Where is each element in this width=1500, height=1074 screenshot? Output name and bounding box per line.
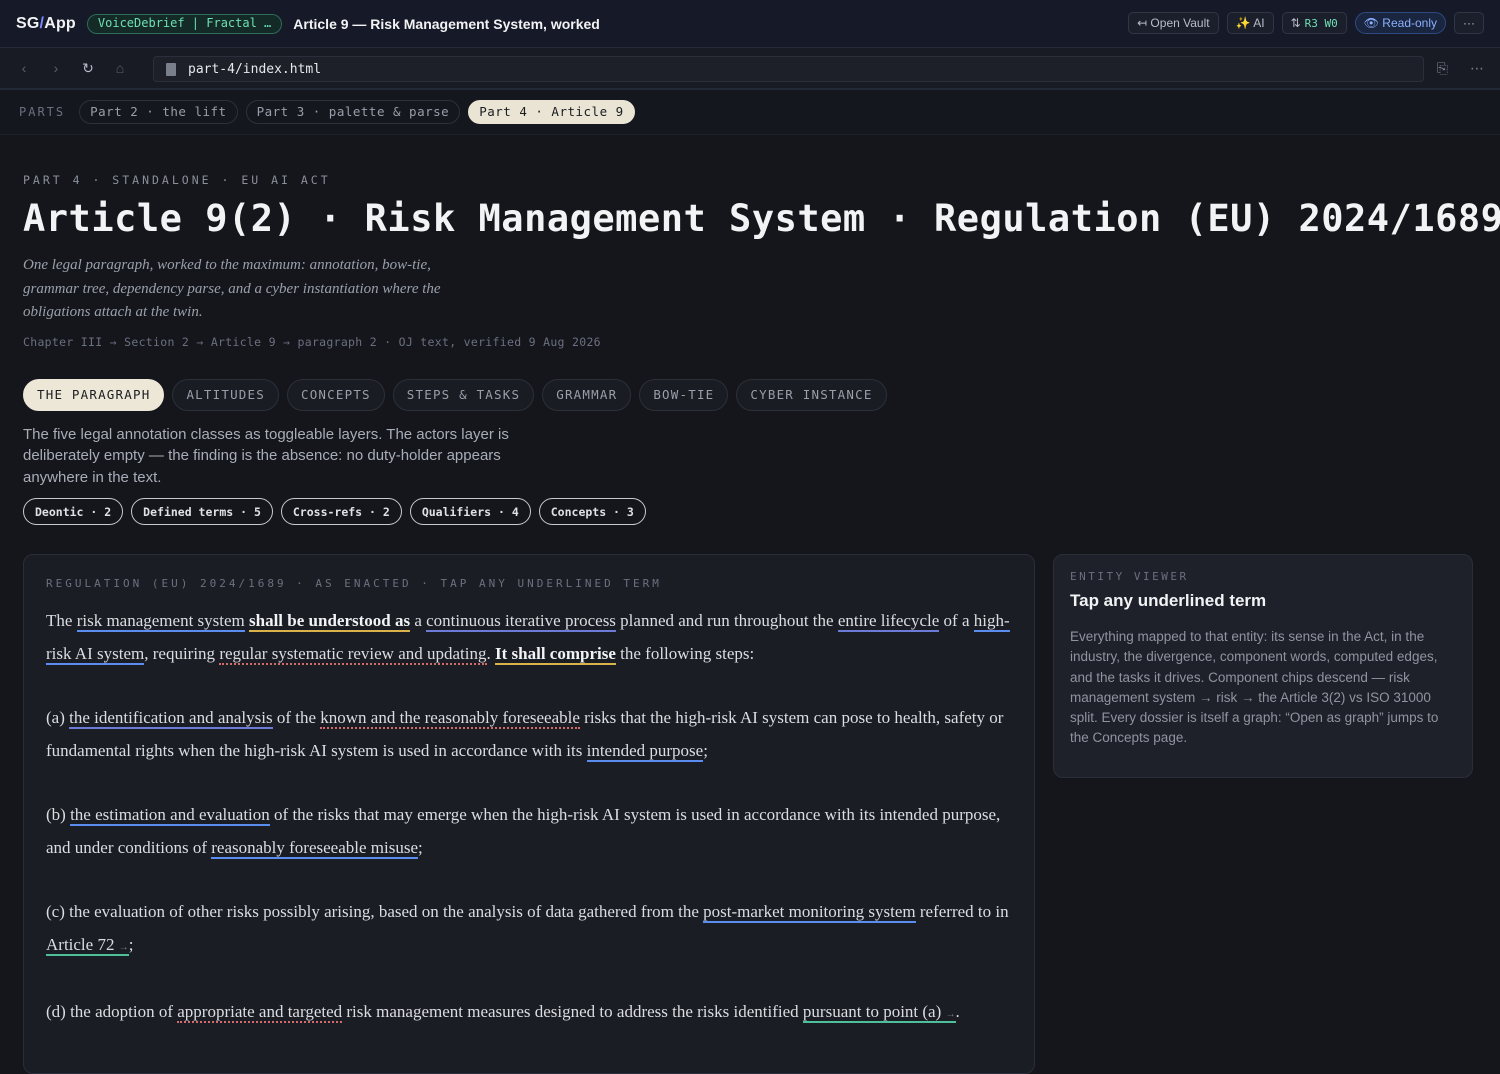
concept-continuous-iterative-process[interactable]: continuous iterative process bbox=[426, 611, 616, 632]
app-bar: SG/App VoiceDebrief | Fractal … Article … bbox=[0, 0, 1500, 48]
forward-icon[interactable]: › bbox=[48, 60, 64, 76]
paragraph-lead: The risk management system shall be unde… bbox=[46, 605, 1012, 670]
text-run: ; bbox=[703, 740, 708, 760]
text-run: referred to in bbox=[915, 902, 1009, 921]
text-run: ; bbox=[128, 934, 134, 954]
read-only-toggle[interactable]: 👁 Read-only bbox=[1354, 12, 1446, 34]
concept-entire-lifecycle[interactable]: entire lifecycle bbox=[837, 611, 940, 632]
parts-label: PARTS bbox=[19, 105, 66, 119]
text-run: (a) bbox=[46, 708, 70, 727]
document-icon bbox=[166, 62, 176, 76]
text-run: (c) the evaluation of other risks possib… bbox=[46, 902, 704, 921]
xref-label: pursuant to point (a) bbox=[802, 1002, 942, 1021]
text-run: The bbox=[46, 611, 77, 630]
project-badge[interactable]: VoiceDebrief | Fractal … bbox=[86, 13, 283, 34]
term-intended-purpose[interactable]: intended purpose bbox=[586, 740, 704, 762]
text-run: , requiring bbox=[144, 643, 220, 663]
text-run: risk management measures designed to add… bbox=[342, 1002, 803, 1021]
xref-arrow-icon: → bbox=[945, 1009, 956, 1020]
page-lede: One legal paragraph, worked to the maxim… bbox=[23, 257, 441, 320]
open-vault-button[interactable]: ↤ Open Vault bbox=[1128, 12, 1219, 34]
layer-toggle-defined-terms[interactable]: Defined terms · 5 bbox=[131, 498, 273, 525]
page-eyebrow: PART 4 · STANDALONE · EU AI ACT bbox=[23, 173, 331, 187]
text-run: the following steps: bbox=[615, 643, 755, 663]
xref-label: Article 72 bbox=[46, 934, 115, 954]
brand-logo[interactable]: SG/App bbox=[16, 15, 76, 33]
copy-icon[interactable]: ⎘ bbox=[1437, 60, 1448, 77]
entity-viewer-eyebrow: ENTITY VIEWER bbox=[1070, 570, 1189, 583]
part-tab-3[interactable]: Part 3 · palette & parse bbox=[245, 100, 461, 124]
layer-toggles: Deontic · 2 Defined terms · 5 Cross-refs… bbox=[23, 498, 1477, 525]
home-icon[interactable]: ⌂ bbox=[112, 60, 128, 76]
term-post-market-monitoring-system[interactable]: post-market monitoring system bbox=[703, 902, 916, 923]
text-run: . bbox=[486, 643, 495, 663]
entity-viewer-body: Everything mapped to that entity: its se… bbox=[1070, 629, 1439, 746]
entity-viewer-title: Tap any underlined term bbox=[1070, 591, 1267, 610]
layer-toggle-qualifiers[interactable]: Qualifiers · 4 bbox=[409, 498, 531, 525]
qualifier-appropriate-and-targeted[interactable]: appropriate and targeted bbox=[177, 1002, 343, 1023]
deontic-it-shall-comprise[interactable]: It shall comprise bbox=[495, 643, 616, 665]
sync-status-button[interactable]: ⇅ R3 W0 bbox=[1281, 12, 1347, 34]
text-run: . bbox=[955, 1002, 960, 1021]
qualifier-known-and-foreseeable[interactable]: known and the reasonably foreseeable bbox=[320, 708, 580, 729]
paragraph-panel: REGULATION (EU) 2024/1689 · AS ENACTED ·… bbox=[23, 554, 1035, 1074]
entity-viewer: ENTITY VIEWER Tap any underlined term Ev… bbox=[1053, 554, 1473, 778]
sync-counter: R3 W0 bbox=[1304, 16, 1338, 30]
text-run: of the bbox=[272, 708, 321, 727]
deontic-shall-be-understood-as[interactable]: shall be understood as bbox=[249, 611, 411, 632]
main-content: PART 4 · STANDALONE · EU AI ACT Article … bbox=[0, 173, 1500, 525]
text-run: planned and run throughout the bbox=[615, 611, 838, 630]
part-tab-2[interactable]: Part 2 · the lift bbox=[79, 100, 238, 124]
url-field[interactable]: part-4/index.html bbox=[153, 56, 1424, 82]
part-tab-4[interactable]: Part 4 · Article 9 bbox=[468, 100, 635, 124]
tab-cyber-instance[interactable]: CYBER INSTANCE bbox=[736, 378, 887, 411]
tab-the-paragraph[interactable]: THE PARAGRAPH bbox=[23, 378, 165, 411]
parts-nav: PARTS Part 2 · the lift Part 3 · palette… bbox=[0, 90, 1500, 135]
text-run: a bbox=[410, 611, 427, 630]
qualifier-regular-systematic-review[interactable]: regular systematic review and updating bbox=[219, 643, 487, 665]
xref-point-a[interactable]: pursuant to point (a) → bbox=[802, 1002, 956, 1023]
layer-toggle-concepts[interactable]: Concepts · 3 bbox=[538, 498, 646, 525]
window-title: Article 9 — Risk Management System, work… bbox=[293, 15, 600, 32]
point-a: (a) the identification and analysis of t… bbox=[46, 702, 1012, 767]
tab-concepts[interactable]: CONCEPTS bbox=[286, 378, 385, 411]
url-text: part-4/index.html bbox=[188, 61, 322, 77]
text-run: ; bbox=[418, 837, 423, 857]
text-run: (b) bbox=[46, 805, 71, 824]
tab-altitudes[interactable]: ALTITUDES bbox=[172, 378, 279, 411]
term-reasonably-foreseeable-misuse[interactable]: reasonably foreseeable misuse bbox=[211, 837, 418, 859]
concept-identification-and-analysis[interactable]: the identification and analysis bbox=[69, 708, 273, 729]
paragraph-text: The risk management system shall be unde… bbox=[46, 605, 1012, 1032]
more-menu-button[interactable]: ··· bbox=[1454, 12, 1484, 34]
text-run: (d) the adoption of bbox=[46, 1002, 178, 1021]
layer-toggle-cross-refs[interactable]: Cross-refs · 2 bbox=[280, 498, 402, 525]
section-tabs: THE PARAGRAPH ALTITUDES CONCEPTS STEPS &… bbox=[23, 378, 1477, 411]
layer-toggle-deontic[interactable]: Deontic · 2 bbox=[23, 498, 124, 525]
more-icon[interactable]: ⋯ bbox=[1470, 60, 1484, 77]
address-bar: ‹ › ↻ ⌂ part-4/index.html ⎘ ⋯ bbox=[0, 48, 1500, 90]
ai-button[interactable]: ✨ AI bbox=[1226, 12, 1274, 34]
sync-icon: ⇅ bbox=[1290, 16, 1301, 30]
layers-description: The five legal annotation classes as tog… bbox=[23, 425, 509, 486]
point-b: (b) the estimation and evaluation of the… bbox=[46, 799, 1012, 864]
xref-article-72[interactable]: Article 72 → bbox=[46, 934, 129, 956]
paragraph-eyebrow: REGULATION (EU) 2024/1689 · AS ENACTED ·… bbox=[46, 577, 662, 590]
point-d: (d) the adoption of appropriate and targ… bbox=[46, 996, 1012, 1032]
point-c: (c) the evaluation of other risks possib… bbox=[46, 896, 1012, 964]
term-estimation-and-evaluation[interactable]: the estimation and evaluation bbox=[70, 805, 270, 826]
reload-icon[interactable]: ↻ bbox=[80, 60, 96, 77]
tab-steps-tasks[interactable]: STEPS & TASKS bbox=[392, 378, 535, 411]
tab-bow-tie[interactable]: BOW-TIE bbox=[639, 378, 729, 411]
tab-grammar[interactable]: GRAMMAR bbox=[542, 378, 632, 411]
breadcrumb: Chapter III → Section 2 → Article 9 → pa… bbox=[23, 334, 601, 349]
xref-arrow-icon: → bbox=[118, 941, 129, 953]
page-title: Article 9(2) · Risk Management System · … bbox=[23, 197, 1500, 240]
back-icon[interactable]: ‹ bbox=[16, 60, 32, 76]
term-risk-management-system[interactable]: risk management system bbox=[76, 611, 245, 632]
text-run: of a bbox=[939, 611, 974, 630]
